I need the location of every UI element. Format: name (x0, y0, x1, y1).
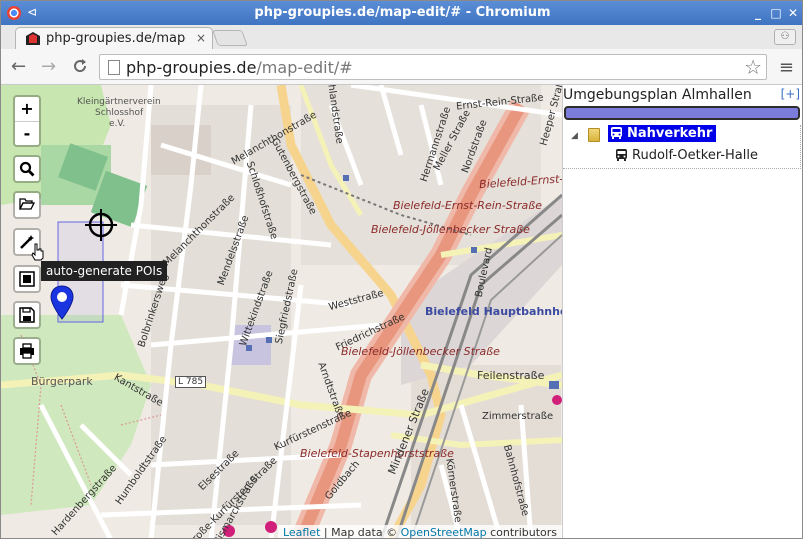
bus-icon (616, 149, 627, 161)
map-label-street: Zimmerstraße (482, 411, 554, 422)
select-area-control (13, 265, 41, 293)
favicon-icon (26, 32, 40, 45)
map-attribution: Leaflet | Map data © OpenStreetMap contr… (277, 525, 562, 538)
select-area-button[interactable] (15, 267, 39, 291)
map-label-station: Bielefeld-Jöllenbecker Straße (371, 223, 530, 236)
window-title: php-groupies.de/map-edit/# - Chromium (254, 5, 551, 20)
tab-strip: php-groupies.de/map-e × ⚇ (1, 25, 802, 49)
print-control (13, 337, 41, 365)
openstreetmap-link[interactable]: OpenStreetMap (401, 526, 487, 538)
open-button[interactable] (15, 193, 39, 217)
folder-icon (588, 128, 600, 142)
open-control (13, 191, 41, 219)
map-view[interactable]: Kleingärtnerverein Schlosshof e.V. Biele… (1, 85, 562, 538)
poi-panel: Umgebungsplan Almhallen [+] ◢ Nahverkehr… (562, 85, 802, 538)
printer-icon (20, 343, 34, 359)
zoom-in-button[interactable]: + (15, 97, 39, 121)
map-label-station: Bielefeld-Stapenhorststraße (300, 447, 454, 460)
search-control (13, 155, 41, 183)
user-profile-icon[interactable]: ⚇ (774, 29, 796, 45)
minimize-icon[interactable]: _ (750, 5, 766, 21)
map-label-street: Feilenstraße (477, 369, 545, 382)
back-button[interactable]: ← (11, 57, 26, 77)
panel-input-bar[interactable] (564, 106, 800, 120)
map-label-kleingarten: Kleingärtnerverein Schlosshof e.V. (77, 97, 161, 129)
search-button[interactable] (15, 157, 39, 181)
page-icon (108, 60, 120, 75)
browser-window: ⊲ php-groupies.de/map-edit/# - Chromium … (0, 0, 803, 539)
tree-group-nahverkehr[interactable]: Nahverkehr (608, 125, 717, 142)
tab-title: php-groupies.de/map-e (46, 31, 186, 46)
reload-button[interactable] (71, 57, 89, 80)
zoom-out-button[interactable]: - (15, 121, 39, 145)
forward-button[interactable]: → (41, 57, 56, 77)
tab-active[interactable]: php-groupies.de/map-e × (15, 27, 213, 49)
search-icon (19, 161, 35, 177)
save-button[interactable] (15, 303, 39, 327)
folder-open-icon (18, 198, 36, 210)
browser-toolbar: ← → php-groupies.de/map-edit/# ☆ ≡ (1, 49, 802, 85)
page-content: Kleingärtnerverein Schlosshof e.V. Biele… (1, 85, 802, 538)
print-button[interactable] (15, 339, 39, 363)
bookmark-star-icon[interactable]: ☆ (744, 55, 762, 79)
leaflet-link[interactable]: Leaflet (283, 526, 320, 538)
hand-cursor-icon (31, 243, 44, 261)
panel-title: Umgebungsplan Almhallen (563, 87, 752, 103)
reload-icon (74, 59, 87, 73)
select-area-icon (19, 271, 35, 287)
map-label-road-number: L 785 (175, 376, 207, 388)
location-marker-icon[interactable] (49, 285, 75, 321)
tooltip: auto-generate POIs (41, 261, 168, 281)
url-text[interactable]: php-groupies.de/map-edit/# (126, 58, 353, 77)
tree-item-rudolf-oetker-halle[interactable]: Rudolf-Oetker-Halle (615, 148, 758, 163)
bus-icon (611, 127, 622, 139)
menu-icon[interactable]: ≡ (779, 57, 794, 78)
map-label-station: Bielefeld-Jöllenbecker Straße (341, 345, 500, 358)
tab-close-icon[interactable]: × (196, 31, 206, 45)
zoom-control: + - (13, 95, 41, 147)
save-control (13, 301, 41, 329)
map-label-hauptbahnhof: Bielefeld Hauptbahnhof (425, 305, 562, 318)
maximize-icon[interactable]: □ (768, 5, 784, 21)
expand-triangle-icon[interactable]: ◢ (571, 131, 578, 141)
poi-tree: ◢ Nahverkehr Rudolf-Oetker-Halle (563, 125, 801, 169)
address-bar[interactable]: php-groupies.de/map-edit/# ☆ (99, 54, 767, 80)
map-label-station: Bielefeld-Ernst-Rein-Straße (393, 199, 542, 212)
title-bar: ⊲ php-groupies.de/map-edit/# - Chromium … (1, 1, 802, 25)
new-tab-button[interactable] (212, 30, 248, 46)
floppy-disk-icon (19, 307, 35, 323)
map-label-buergerpark: Bürgerpark (31, 375, 93, 388)
crosshair-icon[interactable] (85, 209, 117, 241)
close-window-icon[interactable]: ✕ (785, 5, 801, 21)
add-button[interactable]: [+] (781, 87, 800, 101)
